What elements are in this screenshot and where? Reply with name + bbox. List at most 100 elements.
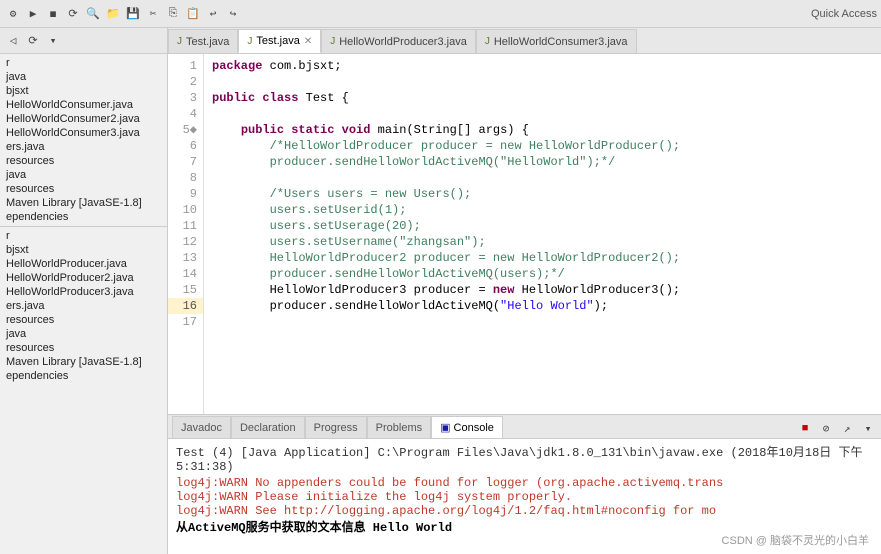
line-9: 9 (168, 186, 203, 202)
console-clear-icon[interactable]: ⊘ (817, 420, 835, 438)
quick-access-label: Quick Access (811, 8, 877, 20)
toolbar-icon-9[interactable]: ⎘ (164, 5, 182, 23)
tab-0[interactable]: J Test.java (168, 29, 238, 53)
line-10: 10 (168, 202, 203, 218)
tab-bar: J Test.java J Test.java ✕ J HelloWorldPr… (168, 28, 881, 54)
sidebar-item-6[interactable]: ers.java (0, 140, 167, 154)
bottom-tab-bar: Javadoc Declaration Progress Problems ▣ … (168, 415, 881, 439)
code-content[interactable]: package com.bjsxt; public class Test { p… (204, 54, 881, 414)
line-6: 6 (168, 138, 203, 154)
sidebar-toolbar: ◁ ⟳ ▾ (0, 28, 167, 54)
bottom-tab-progress[interactable]: Progress (305, 416, 367, 438)
console-header: Test (4) [Java Application] C:\Program F… (176, 443, 873, 474)
tab-icon-2: J (330, 36, 335, 47)
toolbar-icon-2[interactable]: ▶ (24, 5, 42, 23)
sidebar-item-2[interactable]: bjsxt (0, 84, 167, 98)
line-7: 7 (168, 154, 203, 170)
sidebar-item-3[interactable]: HelloWorldConsumer.java (0, 98, 167, 112)
sidebar-item-20[interactable]: java (0, 327, 167, 341)
sidebar-item-18[interactable]: ers.java (0, 299, 167, 313)
sidebar-item-1[interactable]: java (0, 70, 167, 84)
console-line-1: log4j:WARN Please initialize the log4j s… (176, 490, 873, 504)
line-5: 5◆ (168, 122, 203, 138)
bottom-tab-javadoc[interactable]: Javadoc (172, 416, 231, 438)
line-14: 14 (168, 266, 203, 282)
console-line-2: log4j:WARN See http://logging.apache.org… (176, 504, 873, 518)
line-3: 3 (168, 90, 203, 106)
toolbar-left: ⚙ ▶ ◼ ⟳ 🔍 📁 💾 ✂ ⎘ 📋 ↩ ↪ (4, 5, 242, 23)
sidebar-item-16[interactable]: HelloWorldProducer2.java (0, 271, 167, 285)
toolbar-icon-8[interactable]: ✂ (144, 5, 162, 23)
code-editor: 1 2 3 4 5◆ 6 7 8 9 10 11 12 13 14 15 16 … (168, 54, 881, 414)
tab-label-2: HelloWorldProducer3.java (339, 36, 467, 48)
sidebar-item-15[interactable]: HelloWorldProducer.java (0, 257, 167, 271)
tab-icon-1: J (247, 36, 252, 47)
bottom-tab-declaration[interactable]: Declaration (231, 416, 305, 438)
tab-label-1: Test.java (256, 35, 299, 47)
tab-1[interactable]: J Test.java ✕ (238, 29, 321, 53)
bottom-tab-problems-label: Problems (376, 422, 422, 434)
sidebar-item-23[interactable]: ependencies (0, 369, 167, 383)
sidebar: ◁ ⟳ ▾ r java bjsxt HelloWorldConsumer.ja… (0, 28, 168, 554)
sidebar-item-11[interactable]: ependencies (0, 210, 167, 224)
sidebar-item-14[interactable]: bjsxt (0, 243, 167, 257)
toolbar-icon-7[interactable]: 💾 (124, 5, 142, 23)
line-2: 2 (168, 74, 203, 90)
toolbar-icon-11[interactable]: ↩ (204, 5, 222, 23)
bottom-tab-problems[interactable]: Problems (367, 416, 431, 438)
tab-label-3: HelloWorldConsumer3.java (494, 36, 628, 48)
console-menu-icon[interactable]: ▾ (859, 420, 877, 438)
toolbar-icon-12[interactable]: ↪ (224, 5, 242, 23)
line-17: 17 (168, 314, 203, 330)
sidebar-item-13[interactable]: r (0, 229, 167, 243)
sidebar-item-4[interactable]: HelloWorldConsumer2.java (0, 112, 167, 126)
line-numbers: 1 2 3 4 5◆ 6 7 8 9 10 11 12 13 14 15 16 … (168, 54, 204, 414)
main-layout: ◁ ⟳ ▾ r java bjsxt HelloWorldConsumer.ja… (0, 28, 881, 554)
sidebar-item-7[interactable]: resources (0, 154, 167, 168)
tab-icon-3: J (485, 36, 490, 47)
toolbar-icon-4[interactable]: ⟳ (64, 5, 82, 23)
line-13: 13 (168, 250, 203, 266)
tab-close-1[interactable]: ✕ (304, 36, 312, 47)
console-icon: ▣ (440, 421, 450, 434)
line-4: 4 (168, 106, 203, 122)
toolbar-icon-1[interactable]: ⚙ (4, 5, 22, 23)
sidebar-item-5[interactable]: HelloWorldConsumer3.java (0, 126, 167, 140)
console-stop-icon[interactable]: ■ (796, 420, 814, 438)
sidebar-divider (0, 226, 167, 227)
line-12: 12 (168, 234, 203, 250)
bottom-tab-progress-label: Progress (314, 422, 358, 434)
console-expand-icon[interactable]: ↗ (838, 420, 856, 438)
tab-2[interactable]: J HelloWorldProducer3.java (321, 29, 476, 53)
sidebar-item-19[interactable]: resources (0, 313, 167, 327)
tab-label-0: Test.java (186, 36, 229, 48)
line-16: 16 (168, 298, 203, 314)
line-11: 11 (168, 218, 203, 234)
console-line-0: log4j:WARN No appenders could be found f… (176, 476, 873, 490)
line-15: 15 (168, 282, 203, 298)
tab-3[interactable]: J HelloWorldConsumer3.java (476, 29, 637, 53)
toolbar-icon-5[interactable]: 🔍 (84, 5, 102, 23)
sidebar-item-21[interactable]: resources (0, 341, 167, 355)
sidebar-item-22[interactable]: Maven Library [JavaSE-1.8] (0, 355, 167, 369)
toolbar-icon-6[interactable]: 📁 (104, 5, 122, 23)
sidebar-content: r java bjsxt HelloWorldConsumer.java Hel… (0, 54, 167, 554)
toolbar-icon-3[interactable]: ◼ (44, 5, 62, 23)
toolbar-icon-10[interactable]: 📋 (184, 5, 202, 23)
bottom-tab-declaration-label: Declaration (240, 422, 296, 434)
watermark: CSDN @ 脑袋不灵光的小白羊 (722, 532, 869, 548)
editor-area: J Test.java J Test.java ✕ J HelloWorldPr… (168, 28, 881, 554)
line-1: 1 (168, 58, 203, 74)
bottom-panel-icons: ■ ⊘ ↗ ▾ (503, 420, 881, 438)
sidebar-item-10[interactable]: Maven Library [JavaSE-1.8] (0, 196, 167, 210)
sidebar-item-0[interactable]: r (0, 56, 167, 70)
bottom-tab-console[interactable]: ▣ Console (431, 416, 503, 438)
bottom-tab-javadoc-label: Javadoc (181, 422, 222, 434)
sidebar-refresh-icon[interactable]: ⟳ (24, 32, 42, 50)
tab-icon-0: J (177, 36, 182, 47)
sidebar-item-17[interactable]: HelloWorldProducer3.java (0, 285, 167, 299)
sidebar-collapse-icon[interactable]: ◁ (4, 32, 22, 50)
sidebar-item-8[interactable]: java (0, 168, 167, 182)
sidebar-menu-icon[interactable]: ▾ (44, 32, 62, 50)
sidebar-item-9[interactable]: resources (0, 182, 167, 196)
